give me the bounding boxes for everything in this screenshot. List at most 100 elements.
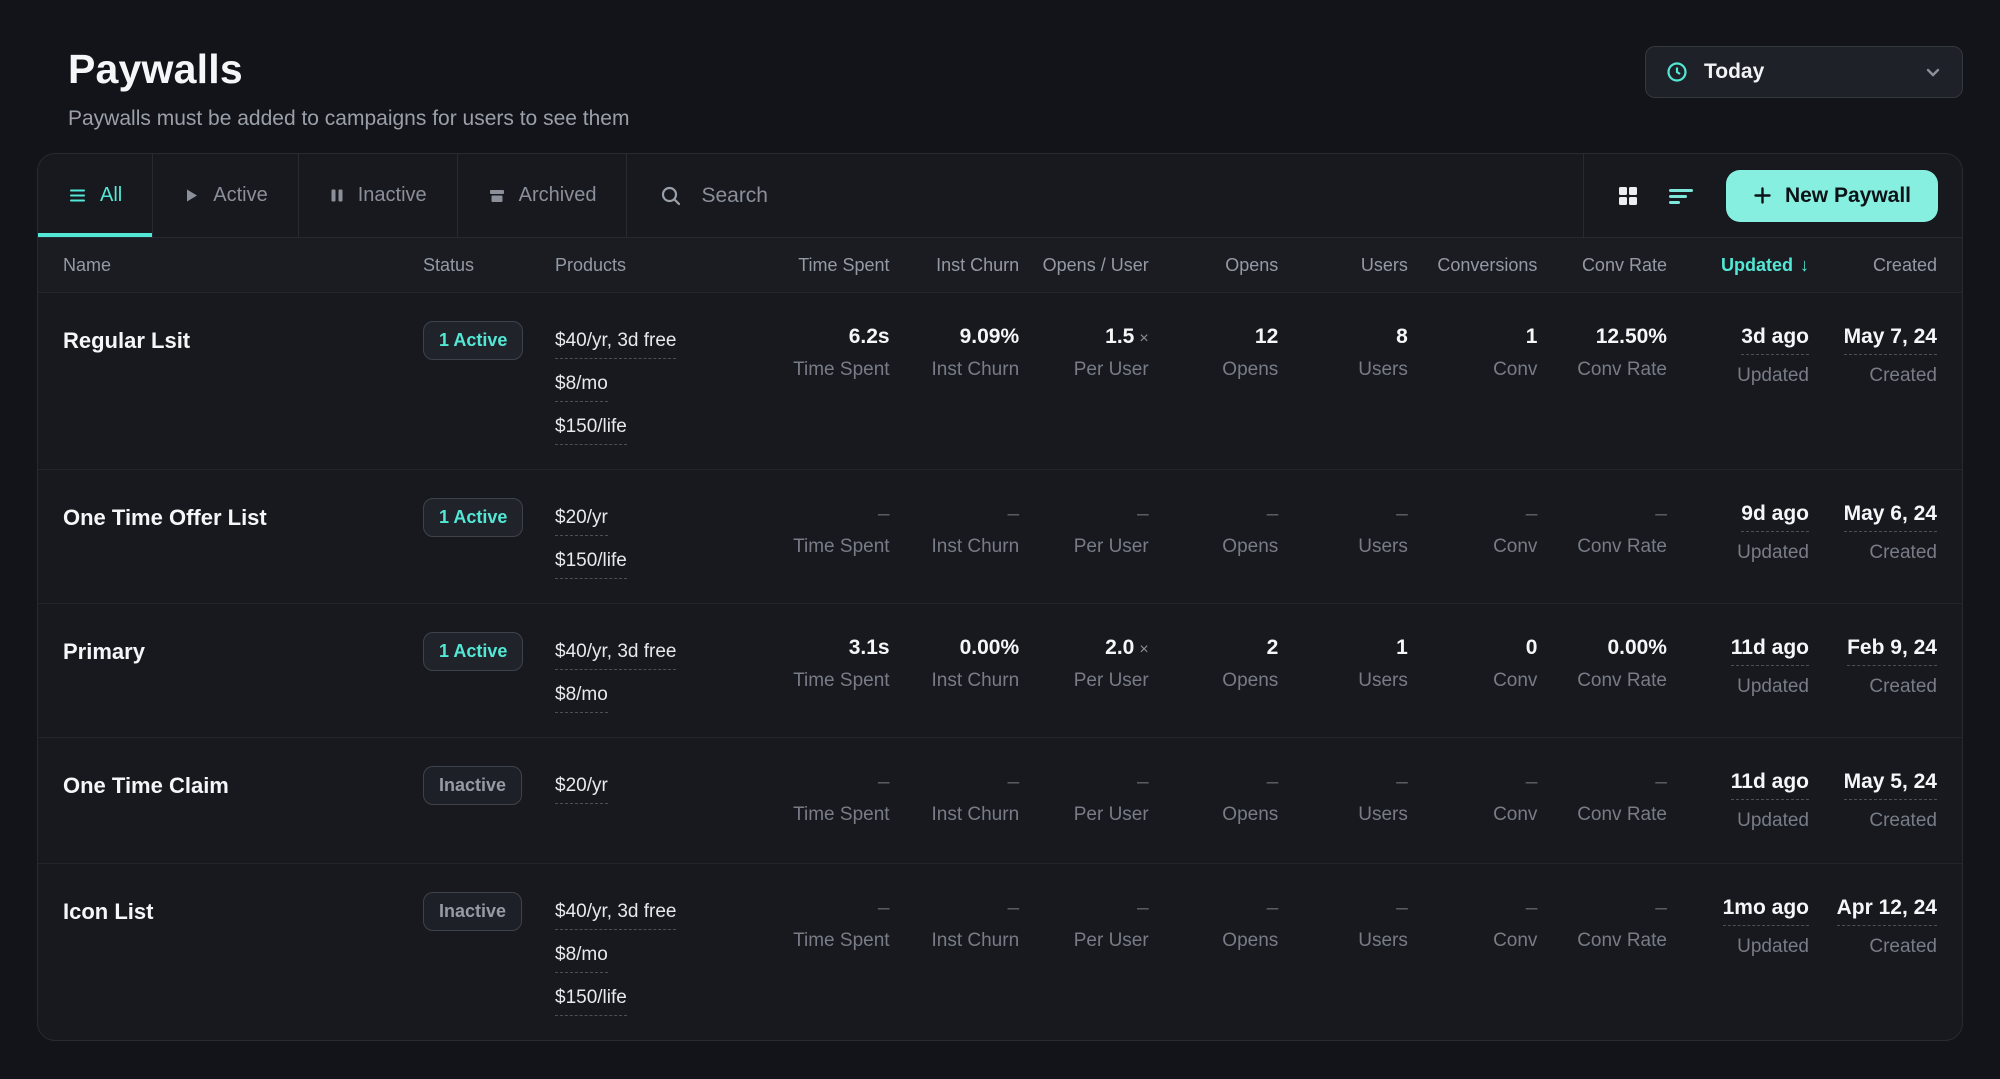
status-badge: Inactive: [423, 766, 522, 805]
products-list: $20/yr $150/life: [555, 498, 760, 579]
sort-bars-icon: [1668, 185, 1694, 207]
paywalls-page: Paywalls Paywalls must be added to campa…: [0, 0, 2000, 1079]
metric-conv-rate: 0.00% Conv Rate: [1537, 632, 1667, 692]
status-badge: 1 Active: [423, 632, 523, 671]
multiplier-suffix: ×: [1139, 641, 1148, 658]
metric-updated: 11d ago Updated: [1667, 632, 1809, 698]
metric-label: Time Spent: [793, 359, 889, 381]
metric-label: Updated: [1737, 676, 1809, 698]
updated-value[interactable]: 11d ago: [1731, 636, 1809, 666]
metric-updated: 9d ago Updated: [1667, 498, 1809, 564]
metric-label: Created: [1869, 676, 1937, 698]
col-header-opens-per-user[interactable]: Opens / User: [1019, 255, 1149, 276]
metric-label: Conv: [1493, 536, 1537, 558]
metric-opens: 12 Opens: [1149, 321, 1279, 381]
metric-conv-rate: 12.50% Conv Rate: [1537, 321, 1667, 381]
metric-label: Created: [1869, 365, 1937, 387]
col-header-name[interactable]: Name: [63, 255, 423, 276]
created-value[interactable]: May 6, 24: [1844, 502, 1937, 532]
metric-value: –: [1396, 502, 1408, 526]
product-price[interactable]: $8/mo: [555, 944, 608, 973]
tab-inactive-label: Inactive: [358, 184, 427, 207]
metric-value: –: [1137, 502, 1149, 526]
product-price[interactable]: $8/mo: [555, 684, 608, 713]
new-paywall-button[interactable]: New Paywall: [1726, 170, 1938, 222]
metric-label: Inst Churn: [931, 670, 1019, 692]
search-input[interactable]: [701, 184, 1550, 208]
metric-inst-churn: 0.00% Inst Churn: [890, 632, 1020, 692]
metric-conv-rate: – Conv Rate: [1537, 766, 1667, 826]
product-price[interactable]: $40/yr, 3d free: [555, 330, 676, 359]
created-value[interactable]: Apr 12, 24: [1837, 896, 1937, 926]
updated-value[interactable]: 1mo ago: [1723, 896, 1809, 926]
metric-users: – Users: [1278, 498, 1408, 558]
col-header-inst-churn[interactable]: Inst Churn: [890, 255, 1020, 276]
metric-label: Users: [1358, 804, 1408, 826]
metric-label: Opens: [1222, 804, 1278, 826]
date-range-select[interactable]: Today: [1645, 46, 1963, 98]
product-price[interactable]: $20/yr: [555, 507, 608, 536]
metric-conversions: – Conv: [1408, 892, 1538, 952]
status-badge: 1 Active: [423, 321, 523, 360]
created-value[interactable]: May 5, 24: [1844, 770, 1937, 800]
updated-value[interactable]: 9d ago: [1741, 502, 1809, 532]
metric-label: Conv: [1493, 930, 1537, 952]
metric-label: Per User: [1074, 804, 1149, 826]
metric-opens-per-user: 1.5× Per User: [1019, 321, 1149, 381]
tab-archived[interactable]: Archived: [458, 154, 628, 237]
created-value[interactable]: Feb 9, 24: [1847, 636, 1937, 666]
product-price[interactable]: $150/life: [555, 416, 627, 445]
product-price[interactable]: $150/life: [555, 987, 627, 1016]
metric-value: –: [1655, 896, 1667, 920]
paywall-name: Icon List: [63, 892, 423, 925]
metric-users: – Users: [1278, 766, 1408, 826]
col-header-conversions[interactable]: Conversions: [1408, 255, 1538, 276]
updated-value[interactable]: 11d ago: [1731, 770, 1809, 800]
col-header-status[interactable]: Status: [423, 255, 555, 276]
tab-active-label: Active: [213, 184, 267, 207]
col-header-conv-rate[interactable]: Conv Rate: [1537, 255, 1667, 276]
page-title: Paywalls: [68, 46, 629, 93]
archive-icon: [488, 187, 506, 205]
col-header-products[interactable]: Products: [555, 255, 760, 276]
metric-value: –: [1267, 770, 1279, 794]
table-row[interactable]: Primary 1 Active $40/yr, 3d free $8/mo 3…: [38, 604, 1962, 738]
metric-users: – Users: [1278, 892, 1408, 952]
paywall-name: Regular Lsit: [63, 321, 423, 354]
updated-value[interactable]: 3d ago: [1741, 325, 1809, 355]
product-price[interactable]: $8/mo: [555, 373, 608, 402]
metric-opens-per-user: – Per User: [1019, 498, 1149, 558]
tab-active[interactable]: Active: [153, 154, 298, 237]
metric-time-spent: – Time Spent: [760, 766, 890, 826]
product-price[interactable]: $20/yr: [555, 775, 608, 804]
col-header-users[interactable]: Users: [1278, 255, 1408, 276]
tab-all[interactable]: All: [38, 154, 153, 237]
list-view-button[interactable]: [1668, 185, 1694, 207]
table-row[interactable]: One Time Claim Inactive $20/yr – Time Sp…: [38, 738, 1962, 864]
metric-value: –: [1655, 770, 1667, 794]
created-value[interactable]: May 7, 24: [1844, 325, 1937, 355]
multiplier-suffix: ×: [1139, 330, 1148, 347]
table-row[interactable]: Icon List Inactive $40/yr, 3d free $8/mo…: [38, 864, 1962, 1040]
col-header-updated[interactable]: Updated↓: [1667, 255, 1809, 276]
product-price[interactable]: $40/yr, 3d free: [555, 901, 676, 930]
metric-label: Time Spent: [793, 670, 889, 692]
metric-label: Opens: [1222, 359, 1278, 381]
metric-label: Conv: [1493, 359, 1537, 381]
table-row[interactable]: Regular Lsit 1 Active $40/yr, 3d free $8…: [38, 293, 1962, 470]
metric-label: Conv Rate: [1577, 804, 1667, 826]
metric-value: –: [878, 502, 890, 526]
metric-label: Conv: [1493, 670, 1537, 692]
tab-inactive[interactable]: Inactive: [299, 154, 458, 237]
col-header-opens[interactable]: Opens: [1149, 255, 1279, 276]
metric-label: Updated: [1737, 542, 1809, 564]
grid-view-button[interactable]: [1616, 184, 1640, 208]
metric-value: –: [878, 896, 890, 920]
table-row[interactable]: One Time Offer List 1 Active $20/yr $150…: [38, 470, 1962, 604]
col-header-time-spent[interactable]: Time Spent: [760, 255, 890, 276]
product-price[interactable]: $40/yr, 3d free: [555, 641, 676, 670]
play-icon: [183, 187, 200, 204]
col-header-created[interactable]: Created: [1809, 255, 1937, 276]
metric-value: –: [1267, 896, 1279, 920]
product-price[interactable]: $150/life: [555, 550, 627, 579]
